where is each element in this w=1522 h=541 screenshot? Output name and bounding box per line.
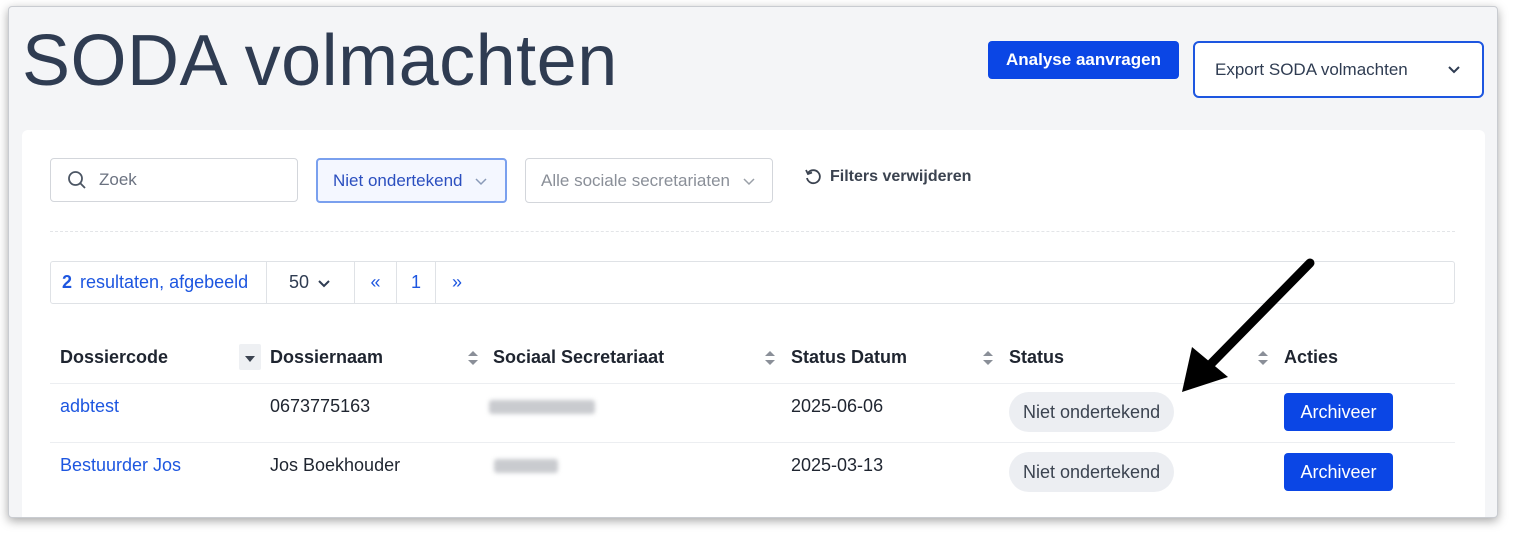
column-header-dossiernaam[interactable]: Dossiernaam: [270, 347, 383, 368]
status-badge: Niet ondertekend: [1009, 392, 1175, 432]
column-header-sociaal-secretariaat[interactable]: Sociaal Secretariaat: [493, 347, 664, 368]
page-size-value: 50: [289, 272, 310, 292]
clear-filters-label: Filters verwijderen: [830, 168, 972, 185]
status-badge: Niet ondertekend: [1009, 452, 1175, 492]
next-page-button[interactable]: »: [436, 262, 478, 303]
reset-icon: [805, 169, 821, 185]
search-placeholder: Zoek: [99, 170, 137, 189]
status-date: 2025-06-06: [791, 396, 884, 416]
dossier-code-link[interactable]: adbtest: [60, 396, 119, 417]
result-summary: 2 resultaten, afgebeeld: [51, 262, 267, 303]
column-header-status[interactable]: Status: [1009, 347, 1064, 368]
search-input[interactable]: Zoek: [50, 158, 298, 202]
sort-dossiercode-active[interactable]: [239, 344, 261, 370]
table-row: Bestuurder Jos Jos Boekhouder 2025-03-13…: [50, 442, 1455, 501]
sort-icon[interactable]: [466, 347, 480, 369]
page-size-select[interactable]: 50: [267, 262, 355, 303]
chevron-down-icon: [475, 177, 488, 185]
analyse-button[interactable]: Analyse aanvragen: [988, 41, 1179, 79]
page-1-button[interactable]: 1: [397, 262, 436, 303]
first-page-button[interactable]: «: [355, 262, 397, 303]
archive-button[interactable]: Archiveer: [1284, 393, 1393, 431]
column-header-dossiercode[interactable]: Dossiercode: [60, 347, 168, 368]
status-date: 2025-03-13: [791, 455, 884, 475]
redacted-secretariat: [489, 400, 595, 414]
result-count: 2: [62, 272, 73, 292]
sort-desc-icon: [245, 356, 255, 362]
status-filter-label: Niet ondertekend: [333, 170, 463, 190]
archive-button[interactable]: Archiveer: [1284, 453, 1393, 491]
clear-filters-button[interactable]: Filters verwijderen: [804, 168, 971, 186]
secretariat-filter-label: Alle sociale secretariaten: [541, 170, 730, 190]
dossier-code-link[interactable]: Bestuurder Jos: [60, 455, 181, 476]
export-dropdown-button[interactable]: Export SODA volmachten: [1193, 41, 1484, 98]
dossier-name: 0673775163: [270, 396, 371, 416]
search-icon: [68, 171, 86, 189]
status-filter[interactable]: Niet ondertekend: [316, 158, 507, 203]
page-title: SODA volmachten: [22, 21, 618, 101]
sort-icon[interactable]: [981, 347, 995, 369]
divider: [50, 231, 1455, 232]
chevron-down-icon: [743, 177, 755, 185]
result-label: resultaten, afgebeeld: [80, 272, 249, 292]
export-button-label: Export SODA volmachten: [1215, 59, 1408, 79]
dossier-name: Jos Boekhouder: [270, 455, 401, 475]
secretariat-filter[interactable]: Alle sociale secretariaten: [525, 158, 773, 203]
chevron-down-icon: [318, 279, 330, 287]
sort-icon[interactable]: [763, 347, 777, 369]
chevron-down-icon: [1448, 66, 1460, 74]
redacted-secretariat: [494, 459, 558, 473]
annotation-arrow: [1182, 258, 1315, 392]
column-header-status-datum[interactable]: Status Datum: [791, 347, 907, 368]
